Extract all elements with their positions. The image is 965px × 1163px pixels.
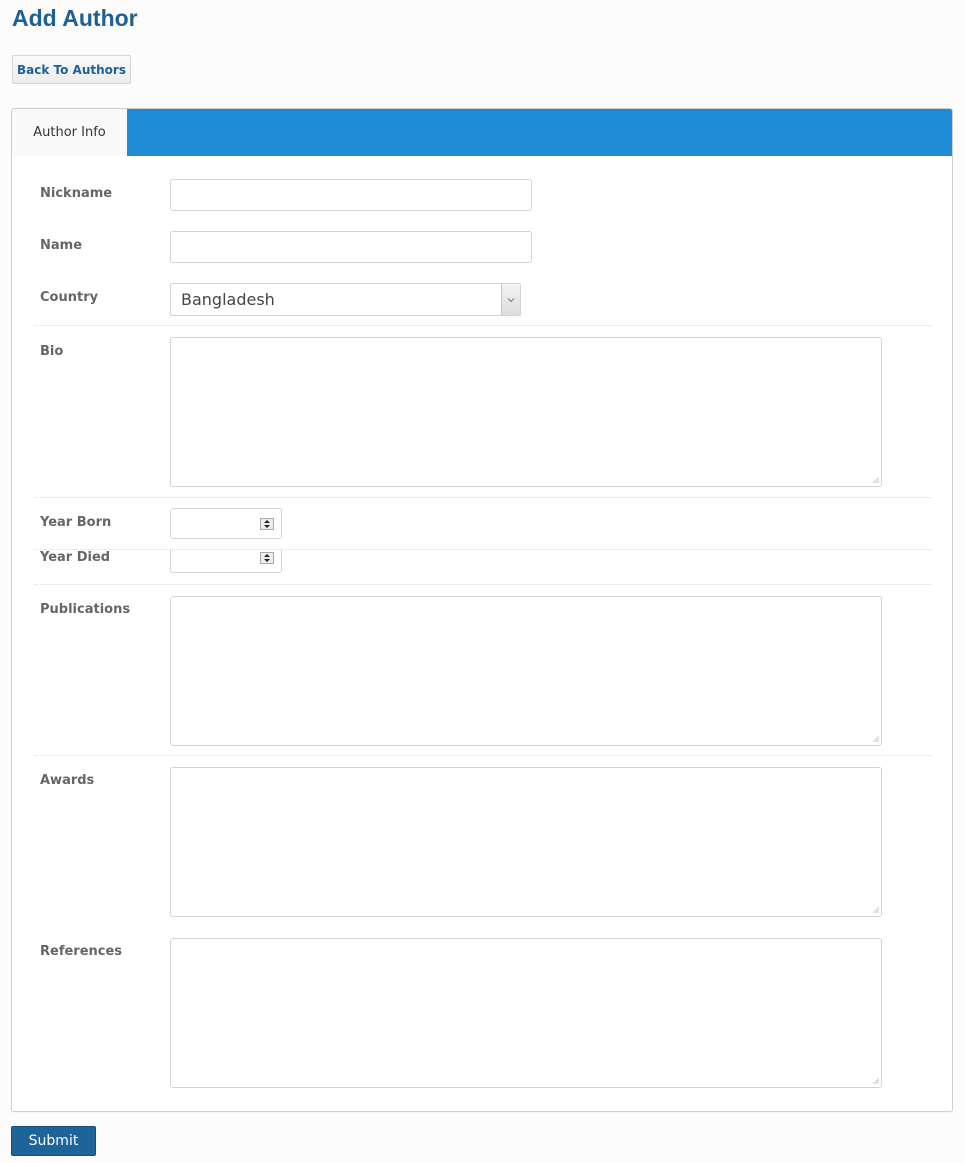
name-input[interactable] bbox=[170, 231, 532, 263]
year-died-label: Year Died bbox=[40, 550, 111, 565]
bio-label: Bio bbox=[40, 344, 64, 359]
tab-author-info[interactable]: Author Info bbox=[12, 109, 127, 156]
name-label: Name bbox=[40, 238, 83, 253]
awards-textarea[interactable] bbox=[170, 767, 882, 917]
publications-label: Publications bbox=[40, 602, 131, 617]
back-to-authors-button[interactable]: Back To Authors bbox=[12, 55, 131, 84]
section-divider bbox=[34, 325, 931, 326]
chevron-down-icon[interactable] bbox=[501, 284, 520, 315]
country-selected-value: Bangladesh bbox=[181, 290, 275, 309]
section-divider bbox=[34, 549, 931, 550]
section-divider bbox=[34, 497, 931, 498]
bio-textarea[interactable] bbox=[170, 337, 882, 487]
publications-textarea[interactable] bbox=[170, 596, 882, 746]
spinner-arrows-icon[interactable] bbox=[260, 518, 274, 530]
year-born-label: Year Born bbox=[40, 515, 112, 530]
nickname-label: Nickname bbox=[40, 186, 113, 201]
section-divider bbox=[34, 584, 931, 585]
nickname-input[interactable] bbox=[170, 179, 532, 211]
page-title: Add Author bbox=[12, 5, 138, 31]
submit-button[interactable]: Submit bbox=[11, 1126, 96, 1156]
tab-bar: Author Info bbox=[12, 109, 952, 156]
author-form-panel: Author Info Nickname Name Country Bangla… bbox=[11, 108, 953, 1112]
resize-grip-icon[interactable] bbox=[872, 1078, 879, 1085]
resize-grip-icon[interactable] bbox=[872, 477, 879, 484]
section-divider bbox=[34, 755, 931, 756]
year-born-input[interactable] bbox=[170, 508, 282, 539]
country-label: Country bbox=[40, 290, 99, 305]
country-select[interactable]: Bangladesh bbox=[170, 283, 521, 316]
references-label: References bbox=[40, 944, 123, 959]
resize-grip-icon[interactable] bbox=[872, 907, 879, 914]
references-textarea[interactable] bbox=[170, 938, 882, 1088]
resize-grip-icon[interactable] bbox=[872, 736, 879, 743]
spinner-arrows-icon[interactable] bbox=[260, 552, 274, 564]
awards-label: Awards bbox=[40, 773, 95, 788]
